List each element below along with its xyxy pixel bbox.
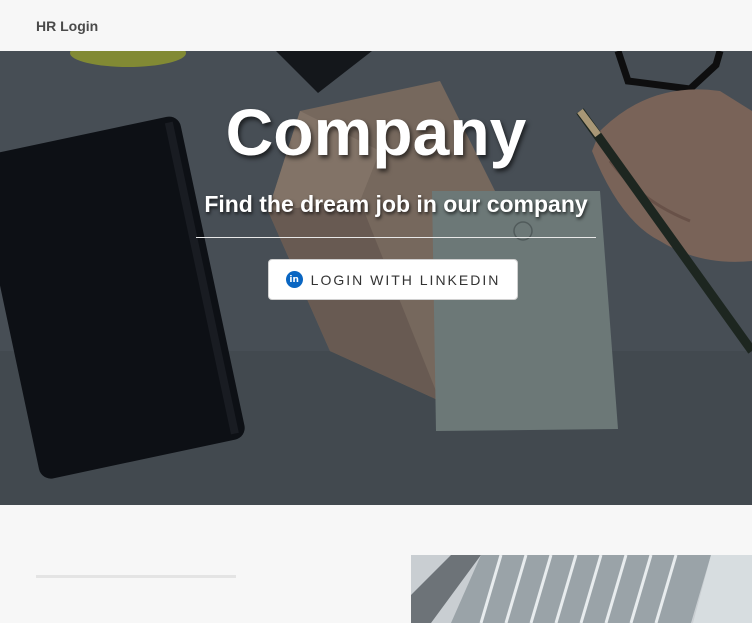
login-with-linkedin-button[interactable]: in LOGIN WITH LINKEDIN (268, 259, 518, 300)
navbar: HR Login (0, 0, 752, 51)
section-divider (36, 575, 236, 578)
hr-login-link[interactable]: HR Login (36, 18, 98, 34)
hero-divider (196, 237, 596, 238)
lower-section (0, 505, 752, 623)
linkedin-icon: in (285, 271, 303, 288)
building-image (411, 555, 752, 623)
login-button-label: LOGIN WITH LINKEDIN (310, 271, 501, 288)
hero-subtitle: Find the dream job in our company (204, 191, 588, 217)
hero-title: Company (225, 95, 527, 169)
hero-section: Company Find the dream job in our compan… (0, 51, 752, 505)
